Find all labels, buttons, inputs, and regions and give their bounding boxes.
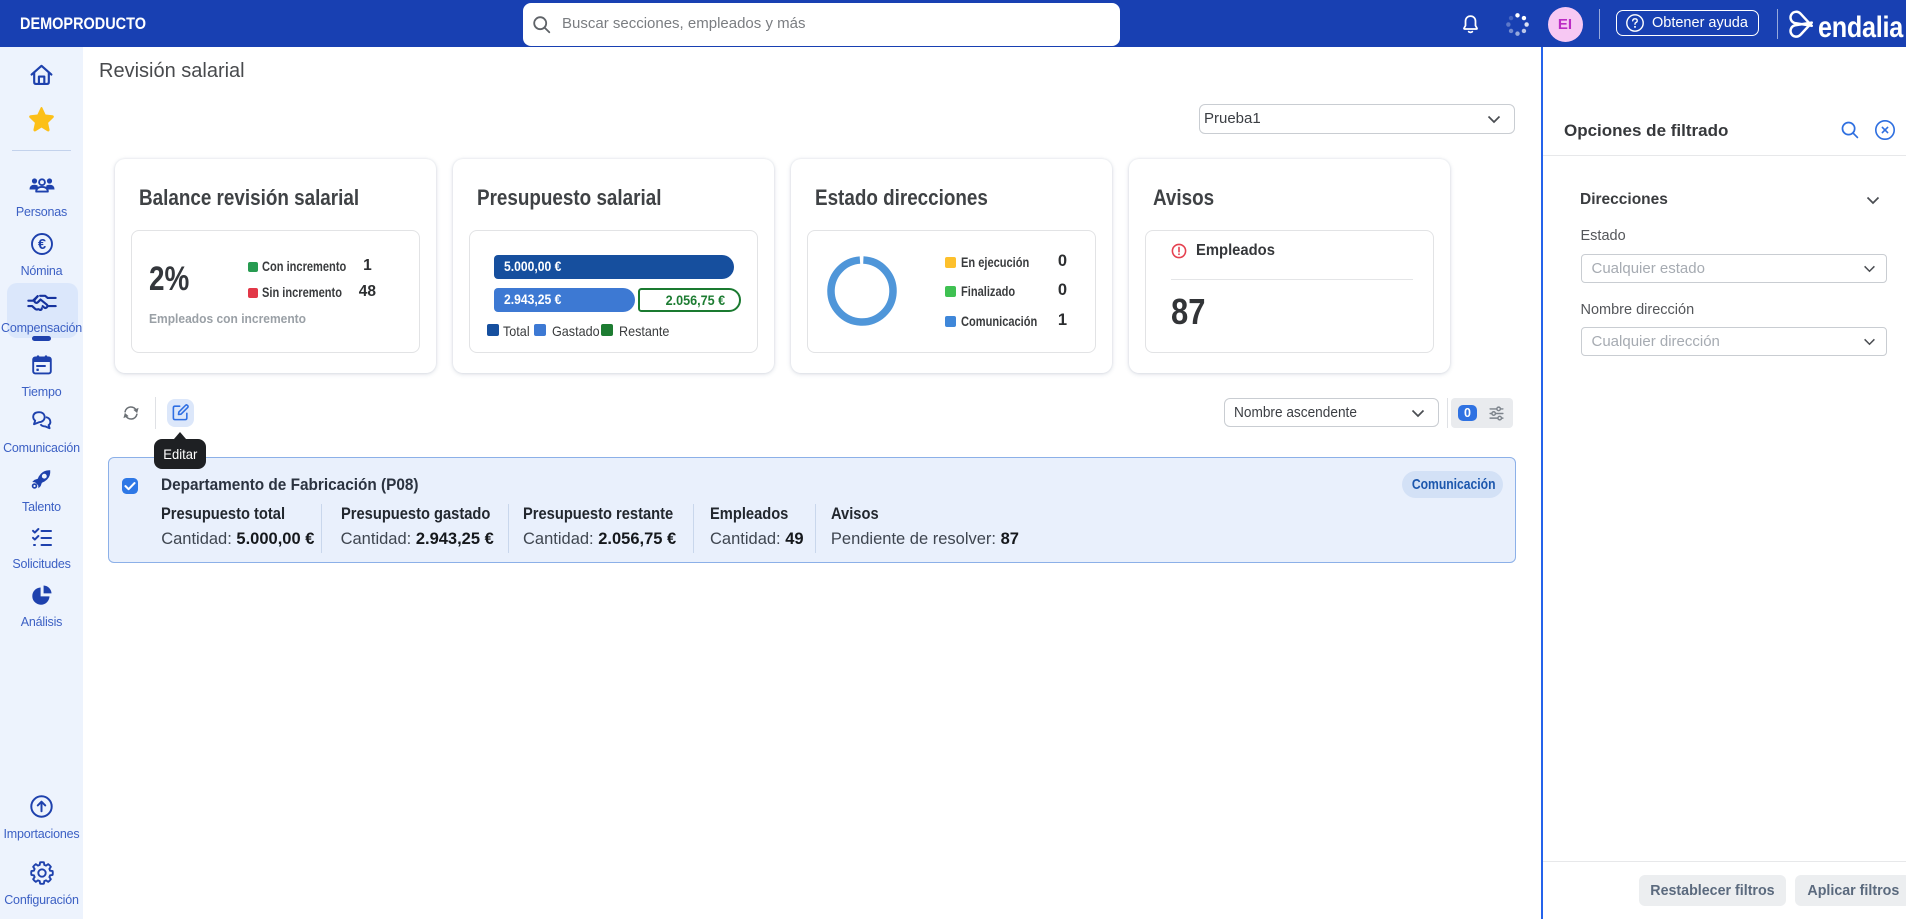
svg-text:€: € <box>37 237 45 253</box>
